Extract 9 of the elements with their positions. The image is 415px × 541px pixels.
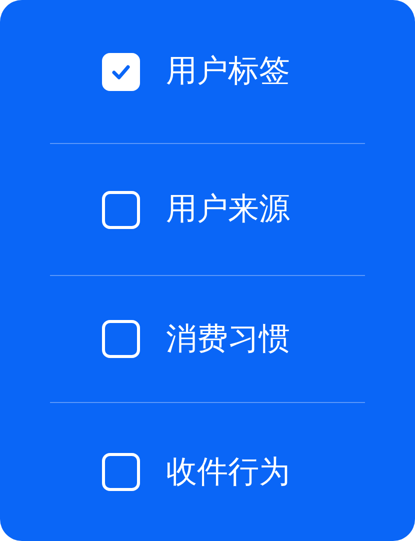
- option-label[interactable]: 消费习惯: [166, 324, 290, 354]
- checkmark-icon: [111, 64, 131, 80]
- checkbox[interactable]: [102, 453, 140, 491]
- checkbox[interactable]: [102, 320, 140, 358]
- option-label[interactable]: 收件行为: [166, 456, 290, 488]
- checkbox[interactable]: [102, 190, 140, 228]
- checkbox[interactable]: [102, 52, 140, 90]
- option-label[interactable]: 用户标签: [166, 56, 290, 87]
- option-label[interactable]: 用户来源: [166, 194, 290, 225]
